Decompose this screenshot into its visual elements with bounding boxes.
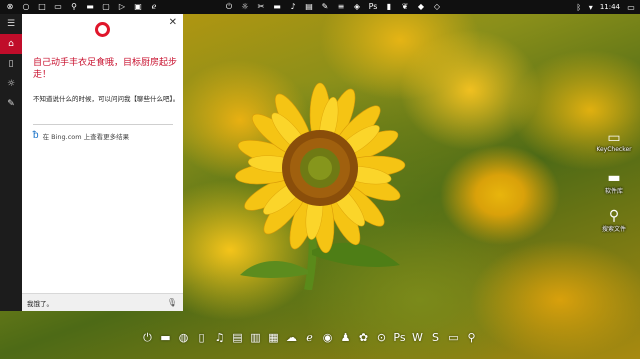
ps-icon[interactable]: Ps [366, 1, 380, 13]
bottom-dock: ⏻ ▬ ◍ ▯ ♫ ▤ ▥ ▦ ☁ ℯ ◉ ♟ ✿ ⊙ Ps W S ▭ ⚲ [140, 330, 482, 345]
book-icon[interactable]: ▮ [382, 1, 396, 13]
wechat-icon[interactable]: ◉ [320, 330, 335, 345]
system-tray: ᛒ ▾ 11:44 ▭ [572, 3, 636, 12]
sunflower-image [235, 82, 406, 290]
office-icon[interactable]: ⊙ [374, 330, 389, 345]
app-icon[interactable]: ◈ [350, 1, 364, 13]
feedback-icon[interactable]: ✎ [0, 94, 22, 114]
hamburger-menu-icon[interactable]: ☰ [0, 14, 22, 34]
edge-icon[interactable]: ℯ [302, 330, 317, 345]
search-icon[interactable]: ⚲ [67, 1, 81, 13]
cortana-header: ✕ [22, 14, 183, 48]
app-icon[interactable]: ▣ [131, 1, 145, 13]
topbar-left-icons: ⊗ ○ □ ▭ ⚲ ▬ ▢ ▷ ▣ ℯ [0, 1, 163, 13]
film-icon[interactable]: ▤ [302, 1, 316, 13]
app-icon[interactable]: ✿ [356, 330, 371, 345]
close-icon[interactable]: ✕ [169, 17, 177, 28]
lightbulb-icon[interactable]: ☼ [0, 74, 22, 94]
word-icon[interactable]: W [410, 330, 425, 345]
play-icon[interactable]: ▷ [115, 1, 129, 13]
taskview-icon[interactable]: ▬ [83, 1, 97, 13]
ps-icon[interactable]: Ps [392, 330, 407, 345]
cortana-search-box[interactable]: 我饿了。 🎙 [22, 293, 183, 311]
monitor-icon[interactable]: ▢ [99, 1, 113, 13]
app-icon[interactable]: ◇ [430, 1, 444, 13]
desktop-icon-keychecker[interactable]: ▭ KeyChecker [594, 130, 634, 153]
cortana-suggestion: 不知道说什么的时候，可以问问我【聊些什么吧】。 [33, 95, 180, 103]
microphone-icon[interactable]: 🎙 [167, 298, 177, 307]
home-icon[interactable]: ⌂ [0, 34, 22, 54]
paint-icon[interactable]: ✎ [318, 1, 332, 13]
desktop-icon-folder[interactable]: ▬ 软件库 [594, 170, 634, 195]
bing-link[interactable]: ᵬ 在 Bing.com 上查看更多结果 [33, 130, 129, 141]
cortana-rail: ☰ ⌂ ▯ ☼ ✎ [0, 14, 22, 311]
circle-icon[interactable]: ○ [19, 1, 33, 13]
cut-icon[interactable]: ✂ [254, 1, 268, 13]
trash-icon[interactable]: ▥ [248, 330, 263, 345]
cortana-greeting: 自己动手丰衣足食哦，目标厨房起步走！ [33, 58, 178, 80]
edge-icon[interactable]: ℯ [147, 1, 161, 13]
clock[interactable]: 11:44 [600, 3, 620, 11]
search-icon: ⚲ [608, 208, 620, 224]
qq-icon[interactable]: ♟ [338, 330, 353, 345]
cloud-icon[interactable]: ☁ [284, 330, 299, 345]
search-input[interactable]: 我饿了。 [27, 298, 53, 308]
bing-link-text[interactable]: 在 Bing.com 上查看更多结果 [43, 131, 130, 141]
film-icon[interactable]: ▤ [230, 330, 245, 345]
app-icon[interactable]: ◆ [414, 1, 428, 13]
desktop-icon-search[interactable]: ⚲ 搜索文件 [594, 208, 634, 233]
network-icon[interactable]: ▾ [586, 3, 596, 12]
globe-icon[interactable]: ◍ [176, 330, 191, 345]
topbar-center-icons: ⏻ ☼ ✂ ▬ ♪ ▤ ✎ ≡ ◈ Ps ▮ ❦ ◆ ◇ [222, 1, 446, 13]
monitor-icon[interactable]: ▭ [446, 330, 461, 345]
brightness-icon[interactable]: ☼ [238, 1, 252, 13]
music-icon[interactable]: ♪ [286, 1, 300, 13]
folder-icon: ▬ [607, 170, 621, 186]
top-taskbar: ⊗ ○ □ ▭ ⚲ ▬ ▢ ▷ ▣ ℯ ⏻ ☼ ✂ ▬ ♪ ▤ ✎ ≡ ◈ Ps… [0, 0, 640, 14]
folder-icon[interactable]: ▬ [158, 330, 173, 345]
store-icon[interactable]: S [428, 330, 443, 345]
folder-icon[interactable]: ▬ [270, 1, 284, 13]
chart-icon[interactable]: ▦ [266, 330, 281, 345]
keyboard-icon[interactable]: ▭ [626, 3, 636, 12]
square-icon[interactable]: □ [35, 1, 49, 13]
book-icon[interactable]: ▯ [194, 330, 209, 345]
bluetooth-icon[interactable]: ᛒ [574, 3, 584, 12]
power-icon[interactable]: ⏻ [140, 330, 155, 345]
file-explorer-icon[interactable]: ▭ [51, 1, 65, 13]
leaf-icon[interactable]: ❦ [398, 1, 412, 13]
bing-icon: ᵬ [33, 130, 39, 141]
power-icon[interactable]: ⏻ [222, 1, 236, 13]
search-icon[interactable]: ⚲ [464, 330, 479, 345]
cortana-ring-icon [95, 22, 110, 37]
monitor-icon: ▭ [607, 130, 621, 146]
notes-icon[interactable]: ≡ [334, 1, 348, 13]
cortana-panel: ✕ 自己动手丰衣足食哦，目标厨房起步走！ 不知道说什么的时候，可以问问我【聊些什… [22, 14, 183, 311]
music-icon[interactable]: ♫ [212, 330, 227, 345]
divider [33, 124, 173, 125]
notebook-icon[interactable]: ▯ [0, 54, 22, 74]
close-circle-icon[interactable]: ⊗ [3, 1, 17, 13]
